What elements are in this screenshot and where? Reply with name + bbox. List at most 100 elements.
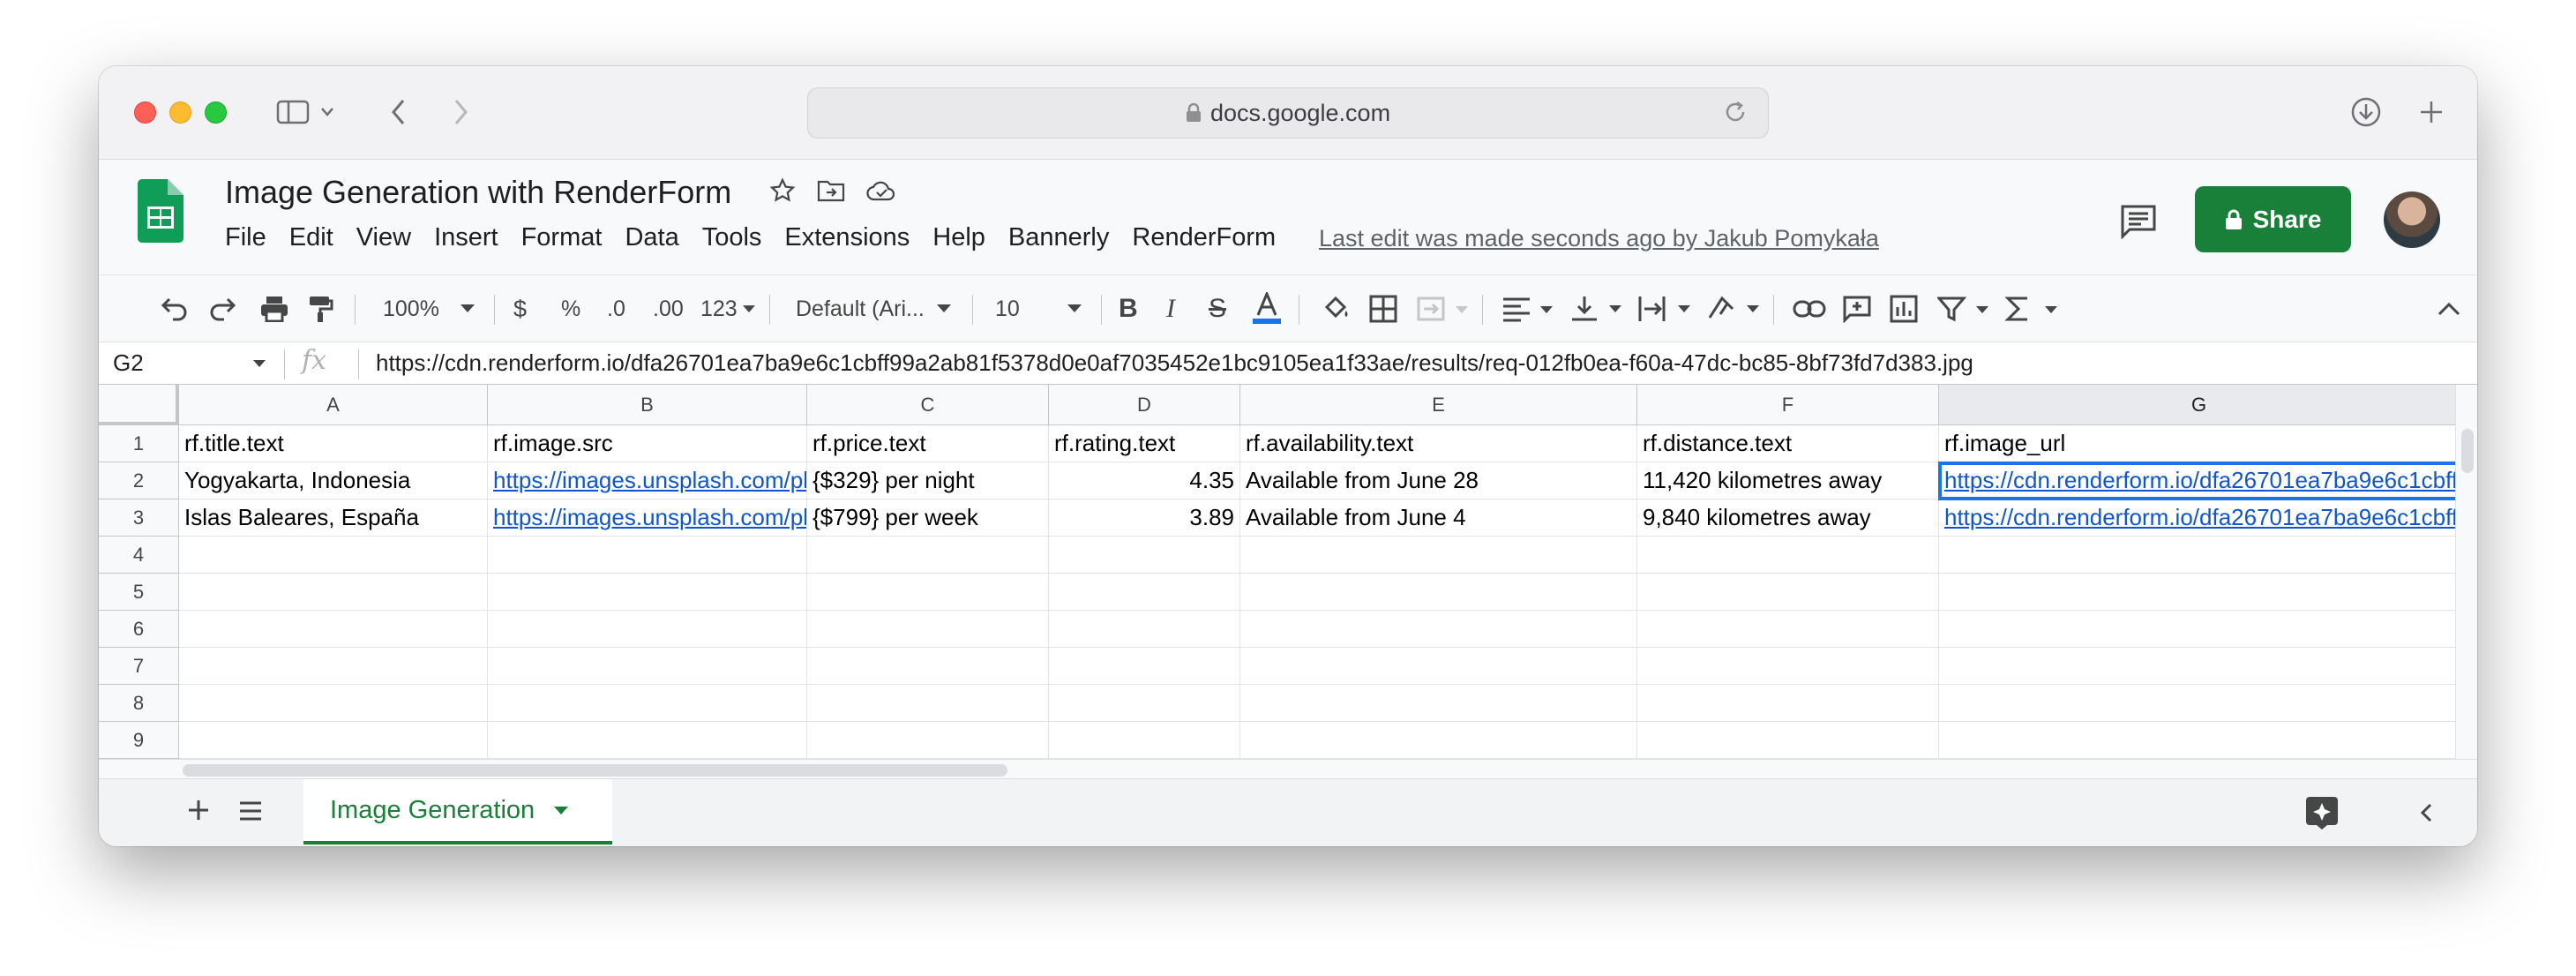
cell-g8[interactable]: [1939, 685, 2455, 722]
cell-c5[interactable]: [807, 574, 1049, 611]
name-box-dropdown-icon[interactable]: [253, 360, 266, 367]
menu-file[interactable]: File: [225, 223, 266, 252]
cell-e1[interactable]: rf.availability.text: [1240, 425, 1637, 462]
back-icon[interactable]: [381, 93, 416, 131]
vertical-align-icon[interactable]: [1570, 291, 1625, 327]
cell-d8[interactable]: [1049, 685, 1240, 722]
zoom-select[interactable]: 100%: [383, 291, 439, 327]
close-window-button[interactable]: [134, 101, 156, 124]
column-header-a[interactable]: A: [179, 385, 488, 425]
column-header-c[interactable]: C: [807, 385, 1049, 425]
bold-icon[interactable]: B: [1119, 291, 1138, 327]
horizontal-scroll-thumb[interactable]: [183, 764, 1007, 777]
last-edit-link[interactable]: Last edit was made seconds ago by Jakub …: [1319, 225, 1879, 252]
cloud-saved-icon[interactable]: [866, 179, 896, 202]
percent-format-button[interactable]: %: [561, 291, 580, 327]
paint-format-icon[interactable]: [307, 291, 333, 327]
cell-g5[interactable]: [1939, 574, 2455, 611]
cell-b8[interactable]: [488, 685, 807, 722]
vertical-scrollbar[interactable]: [2455, 385, 2477, 759]
select-all-corner[interactable]: [99, 385, 179, 425]
sheet-tab-image-generation[interactable]: Image Generation: [303, 779, 612, 845]
font-size-select[interactable]: 10: [995, 291, 1020, 327]
cell-e5[interactable]: [1240, 574, 1637, 611]
cell-b5[interactable]: [488, 574, 807, 611]
functions-icon[interactable]: [2004, 291, 2061, 327]
cell-c6[interactable]: [807, 611, 1049, 648]
address-bar[interactable]: docs.google.com: [807, 87, 1769, 139]
cell-a1[interactable]: rf.title.text: [179, 425, 488, 462]
cell-a2[interactable]: Yogyakarta, Indonesia: [179, 462, 488, 499]
strikethrough-icon[interactable]: S: [1209, 291, 1226, 327]
currency-format-button[interactable]: $: [513, 291, 527, 327]
row-header-7[interactable]: 7: [99, 648, 179, 685]
row-header-1[interactable]: 1: [99, 425, 179, 462]
menu-data[interactable]: Data: [625, 223, 678, 252]
menu-bannerly[interactable]: Bannerly: [1008, 223, 1109, 252]
cell-g9[interactable]: [1939, 722, 2455, 759]
text-wrapping-icon[interactable]: [1637, 291, 1696, 327]
cell-e8[interactable]: [1240, 685, 1637, 722]
new-tab-icon[interactable]: [2412, 93, 2451, 131]
cell-f3[interactable]: 9,840 kilometres away: [1637, 499, 1939, 537]
cell-b6[interactable]: [488, 611, 807, 648]
decrease-decimal-button[interactable]: .0: [607, 291, 625, 327]
cell-c2[interactable]: {$329} per night: [807, 462, 1049, 499]
number-format-button[interactable]: 123: [700, 291, 755, 327]
cell-a7[interactable]: [179, 648, 488, 685]
all-sheets-icon[interactable]: [238, 800, 263, 826]
cell-a6[interactable]: [179, 611, 488, 648]
cell-d9[interactable]: [1049, 722, 1240, 759]
menu-renderform[interactable]: RenderForm: [1132, 223, 1276, 252]
sheets-logo-icon[interactable]: [138, 179, 183, 247]
row-header-8[interactable]: 8: [99, 685, 179, 722]
cell-b7[interactable]: [488, 648, 807, 685]
cell-g3[interactable]: https://cdn.renderform.io/dfa26701ea7ba9…: [1939, 499, 2455, 537]
add-sheet-icon[interactable]: [187, 799, 210, 826]
menu-tools[interactable]: Tools: [702, 223, 762, 252]
cell-a3[interactable]: Islas Baleares, España: [179, 499, 488, 537]
column-header-d[interactable]: D: [1049, 385, 1240, 425]
horizontal-scrollbar[interactable]: [99, 759, 2477, 778]
row-header-5[interactable]: 5: [99, 574, 179, 611]
cell-f5[interactable]: [1637, 574, 1939, 611]
cell-d6[interactable]: [1049, 611, 1240, 648]
cell-b1[interactable]: rf.image.src: [488, 425, 807, 462]
cell-d1[interactable]: rf.rating.text: [1049, 425, 1240, 462]
cell-c8[interactable]: [807, 685, 1049, 722]
formula-input[interactable]: https://cdn.renderform.io/dfa26701ea7ba9…: [376, 349, 1973, 377]
redo-icon[interactable]: [208, 291, 240, 327]
cell-d7[interactable]: [1049, 648, 1240, 685]
menu-extensions[interactable]: Extensions: [784, 223, 910, 252]
row-header-9[interactable]: 9: [99, 722, 179, 759]
cell-c3[interactable]: {$799} per week: [807, 499, 1049, 537]
cell-a5[interactable]: [179, 574, 488, 611]
cell-a8[interactable]: [179, 685, 488, 722]
cell-b4[interactable]: [488, 537, 807, 574]
cell-f1[interactable]: rf.distance.text: [1637, 425, 1939, 462]
increase-decimal-button[interactable]: .00: [653, 291, 684, 327]
cell-b3[interactable]: https://images.unsplash.com/ph: [488, 499, 807, 537]
filter-icon[interactable]: [1937, 291, 1992, 327]
cell-g7[interactable]: [1939, 648, 2455, 685]
menu-edit[interactable]: Edit: [289, 223, 333, 252]
cell-g6[interactable]: [1939, 611, 2455, 648]
cell-d5[interactable]: [1049, 574, 1240, 611]
menu-format[interactable]: Format: [521, 223, 603, 252]
text-rotation-icon[interactable]: [1706, 291, 1764, 327]
cell-g2[interactable]: https://cdn.renderform.io/dfa26701ea7ba9…: [1938, 462, 2455, 500]
sheet-tab-menu-icon[interactable]: [554, 806, 569, 815]
column-header-f[interactable]: F: [1637, 385, 1939, 425]
cell-b9[interactable]: [488, 722, 807, 759]
cell-c4[interactable]: [807, 537, 1049, 574]
horizontal-align-icon[interactable]: [1501, 291, 1556, 327]
font-family-select[interactable]: Default (Ari...: [796, 291, 951, 327]
downloads-icon[interactable]: [2347, 93, 2385, 131]
cell-f7[interactable]: [1637, 648, 1939, 685]
row-header-3[interactable]: 3: [99, 499, 179, 537]
cell-e7[interactable]: [1240, 648, 1637, 685]
row-header-6[interactable]: 6: [99, 611, 179, 648]
print-icon[interactable]: [259, 291, 289, 327]
user-avatar[interactable]: [2384, 191, 2440, 248]
font-size-dropdown-icon[interactable]: [1067, 291, 1082, 327]
